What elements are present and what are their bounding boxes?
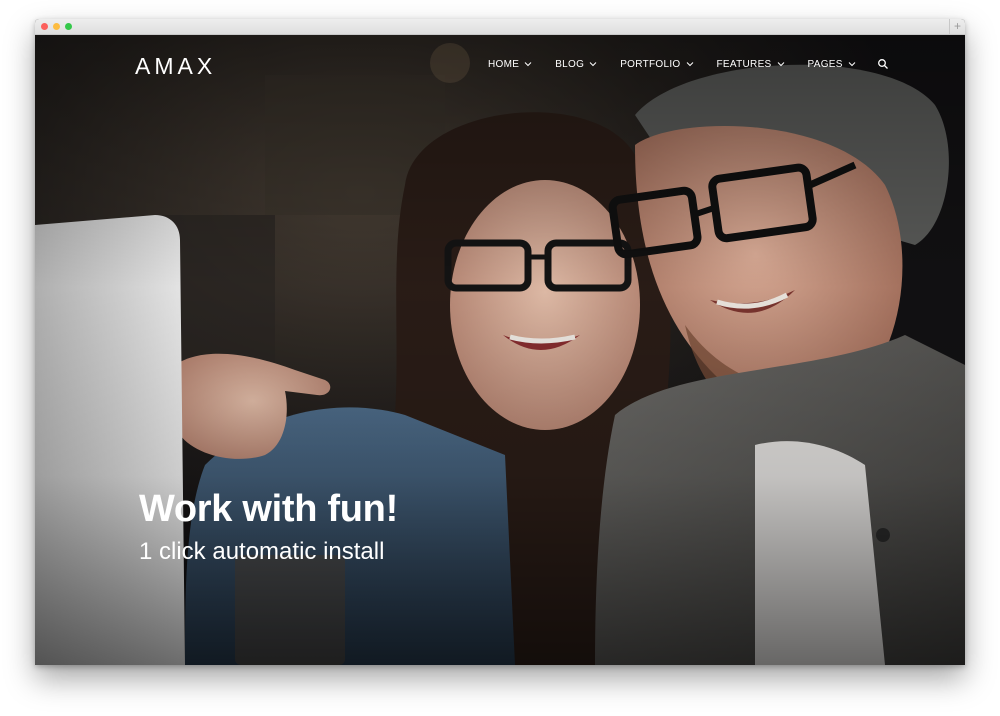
nav-item-portfolio[interactable]: PORTFOLIO (620, 59, 693, 70)
close-window-button[interactable] (41, 23, 48, 30)
new-tab-button[interactable]: + (949, 19, 965, 34)
chevron-down-icon (848, 62, 856, 67)
hero-section: AMAX HOME BLOG PORTFOLIO FEATURES PAGES … (35, 35, 965, 665)
browser-title-bar: + (35, 19, 965, 35)
hero-subtitle: 1 click automatic install (139, 538, 385, 565)
chevron-down-icon (777, 62, 784, 67)
hero-title: Work with fun! (139, 488, 398, 530)
nav-item-pages[interactable]: PAGES (808, 59, 856, 70)
site-logo[interactable]: AMAX (135, 53, 216, 80)
browser-window: + AMAX HOME BLOG PORTFOLIO FEATURES PAGE… (35, 19, 965, 665)
chevron-down-icon (589, 62, 597, 67)
nav-item-label: HOME (488, 58, 520, 70)
search-icon[interactable] (877, 58, 889, 70)
hero-dark-overlay (35, 35, 965, 665)
minimize-window-button[interactable] (53, 23, 60, 30)
nav-item-blog[interactable]: BLOG (555, 59, 597, 70)
zoom-window-button[interactable] (65, 23, 72, 30)
nav-item-home[interactable]: HOME (488, 59, 532, 70)
chevron-down-icon (524, 62, 532, 67)
screenshot-canvas: + AMAX HOME BLOG PORTFOLIO FEATURES PAGE… (0, 0, 1000, 716)
nav-item-label: PORTFOLIO (620, 58, 681, 70)
nav-item-label: BLOG (555, 58, 585, 70)
nav-item-features[interactable]: FEATURES (717, 59, 785, 70)
nav-item-label: PAGES (807, 58, 843, 70)
nav-item-label: FEATURES (716, 58, 772, 70)
chevron-down-icon (686, 62, 693, 67)
main-navigation: HOME BLOG PORTFOLIO FEATURES PAGES (488, 58, 889, 70)
